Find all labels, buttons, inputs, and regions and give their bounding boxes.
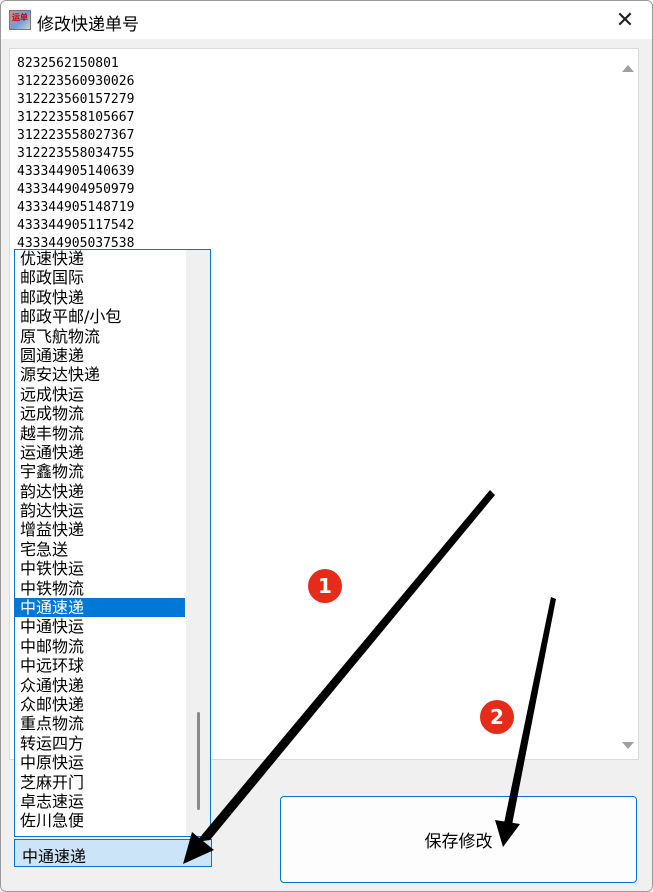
courier-option[interactable]: 中远环球: [15, 656, 185, 675]
courier-combobox[interactable]: 中通速递: [14, 839, 212, 867]
scroll-down-arrow-icon[interactable]: [622, 742, 634, 749]
tracking-number-line: 312223558034755: [17, 146, 135, 161]
courier-option[interactable]: 中铁快运: [15, 559, 185, 578]
courier-option[interactable]: 卓志速运: [15, 792, 185, 811]
save-button-label: 保存修改: [424, 832, 493, 852]
courier-option[interactable]: 中原快运: [15, 753, 185, 772]
courier-option[interactable]: 芝麻开门: [15, 773, 185, 792]
close-icon: ✕: [615, 7, 635, 33]
courier-option[interactable]: 邮政国际: [15, 268, 185, 287]
textarea-scrollbar[interactable]: [616, 49, 638, 759]
courier-option-selected[interactable]: 中通速递: [15, 598, 185, 618]
annotation-marker-1: 1: [308, 569, 342, 603]
window-title: 修改快递单号: [37, 15, 139, 35]
tracking-number-line: 312223560157279: [17, 92, 135, 107]
courier-option[interactable]: 运通快递: [15, 443, 185, 462]
courier-option[interactable]: 源安达快递: [15, 365, 185, 384]
app-icon: 运单: [9, 10, 31, 30]
tracking-number-line: 312223558027367: [17, 128, 135, 143]
courier-option[interactable]: 众邮快递: [15, 695, 185, 714]
save-changes-button[interactable]: 保存修改: [280, 796, 637, 883]
tracking-number-line: 433344905148719: [17, 200, 135, 215]
tracking-number-list: 8232562150801 312223560930026 312223560157…: [17, 55, 134, 253]
annotation-marker-2: 2: [480, 700, 514, 734]
courier-option[interactable]: 宅急送: [15, 540, 185, 559]
tracking-number-line: 433344904950979: [17, 182, 135, 197]
courier-option[interactable]: 越丰物流: [15, 424, 185, 443]
title-bar: 运单 修改快递单号 ✕: [1, 1, 652, 39]
courier-dropdown-list[interactable]: 优速快递 邮政国际 邮政快递 邮政平邮/小包 原飞航物流 圆通速递 源安达快递 远成快运 远成物…: [14, 249, 211, 837]
courier-option[interactable]: 韵达快运: [15, 501, 185, 520]
courier-option[interactable]: 原飞航物流: [15, 327, 185, 346]
dropdown-scroll-thumb[interactable]: [197, 712, 200, 810]
courier-option[interactable]: 佐川急便: [15, 811, 185, 830]
courier-option[interactable]: 远成物流: [15, 404, 185, 423]
close-button[interactable]: ✕: [598, 1, 652, 39]
courier-option[interactable]: 邮政平邮/小包: [15, 307, 185, 326]
courier-option[interactable]: 重点物流: [15, 714, 185, 733]
courier-option[interactable]: 优速快递: [15, 250, 185, 268]
tracking-number-line: 312223558105667: [17, 110, 135, 125]
courier-options: 优速快递 邮政国际 邮政快递 邮政平邮/小包 原飞航物流 圆通速递 源安达快递 远成快运 远成物…: [15, 250, 185, 831]
tracking-number-line: 433344905140639: [17, 164, 135, 179]
courier-option[interactable]: 转运四方: [15, 734, 185, 753]
courier-option[interactable]: 众通快递: [15, 676, 185, 695]
courier-option[interactable]: 圆通速递: [15, 346, 185, 365]
scroll-up-arrow-icon[interactable]: [622, 65, 634, 72]
tracking-number-line: 433344905117542: [17, 218, 135, 233]
combo-selected-value: 中通速递: [22, 847, 87, 866]
courier-option[interactable]: 邮政快递: [15, 288, 185, 307]
courier-option[interactable]: 增益快递: [15, 520, 185, 539]
courier-option[interactable]: 中邮物流: [15, 637, 185, 656]
courier-option[interactable]: 远成快运: [15, 385, 185, 404]
tracking-number-line: 312223560930026: [17, 74, 135, 89]
dropdown-scrollbar[interactable]: [186, 250, 210, 836]
courier-option[interactable]: 中铁物流: [15, 579, 185, 598]
courier-option[interactable]: 韵达快递: [15, 482, 185, 501]
courier-option[interactable]: 中通快运: [15, 617, 185, 636]
tracking-number-line: 8232562150801: [17, 56, 119, 71]
courier-option[interactable]: 宇鑫物流: [15, 462, 185, 481]
